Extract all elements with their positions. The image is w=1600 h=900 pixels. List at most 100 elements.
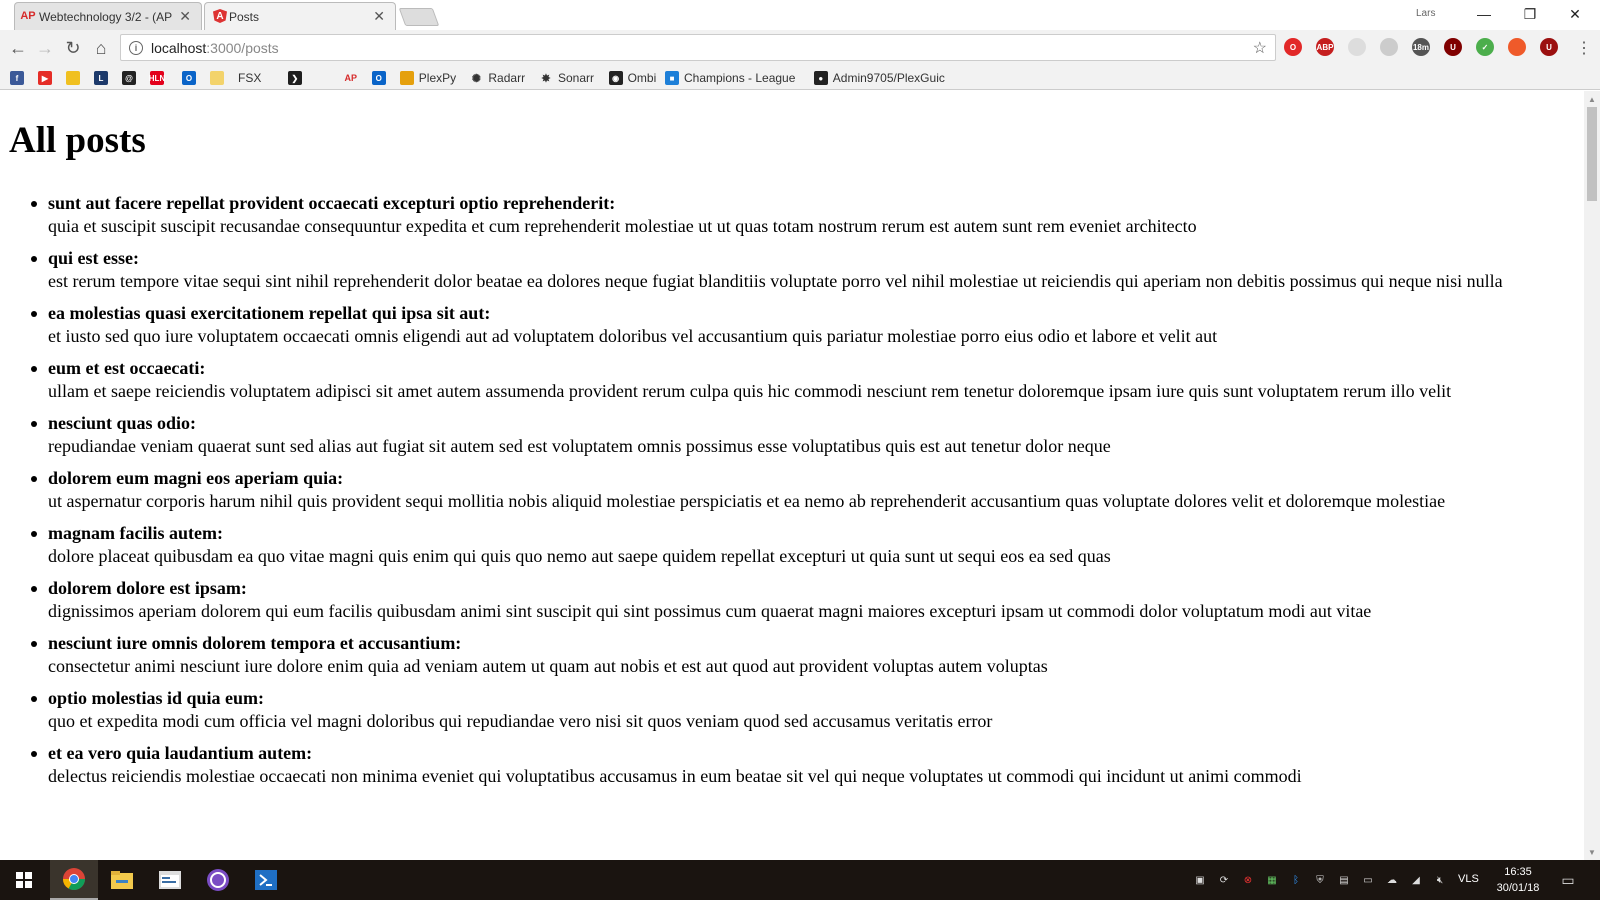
bookmark-folder[interactable] <box>210 70 229 86</box>
bookmark-github[interactable]: ● Admin9705/PlexGuic <box>813 70 945 86</box>
tray-sync-icon[interactable]: ⟳ <box>1216 872 1232 888</box>
post-title: nesciunt quas odio: <box>48 413 197 433</box>
home-button[interactable]: ⌂ <box>89 36 113 60</box>
champions-league-icon: ■ <box>665 71 679 85</box>
bookmark-plexpy[interactable]: PlexPy <box>399 70 456 86</box>
orange-ext-icon[interactable] <box>1508 38 1526 56</box>
info-icon[interactable]: i <box>129 40 143 55</box>
wifi-icon[interactable]: ◢ <box>1408 872 1424 888</box>
chrome-taskbar-icon[interactable] <box>50 860 98 900</box>
post-item: optio molestias id quia eum: quo et exped… <box>31 687 1572 733</box>
opera-icon[interactable]: O <box>1284 38 1302 56</box>
nvidia-icon[interactable]: ▦ <box>1264 872 1280 888</box>
feather-ext-icon[interactable] <box>1380 38 1398 56</box>
address-bar[interactable]: i localhost:3000/posts ☆ <box>120 34 1276 61</box>
bookmark-apple[interactable] <box>316 70 335 86</box>
bookmark-champions-league[interactable]: ■ Champions - League <box>665 70 795 86</box>
url-path: :3000/posts <box>206 39 279 56</box>
new-tab-button[interactable] <box>398 8 440 26</box>
back-button[interactable]: ← <box>6 36 30 60</box>
system-clock[interactable]: 16:35 30/01/18 <box>1488 864 1548 896</box>
bookmark-plex-arrow[interactable]: ❯ <box>287 70 307 86</box>
close-tab-icon[interactable]: ✕ <box>179 8 191 25</box>
post-title: qui est esse: <box>48 248 139 268</box>
page-content: All posts sunt aut facere repellat provi… <box>0 91 1584 860</box>
bookmark-sonarr[interactable]: ✸ Sonarr <box>539 70 594 86</box>
app-window-taskbar-icon[interactable] <box>146 860 194 900</box>
adblock-plus-icon[interactable]: ABP <box>1316 38 1334 56</box>
post-item: sunt aut facere repellat provident occae… <box>31 192 1572 238</box>
bookmark-ap[interactable]: AP <box>344 70 363 86</box>
outlook-1-icon: O <box>182 71 196 85</box>
tray-window-icon[interactable]: ▤ <box>1336 872 1352 888</box>
post-body: dignissimos aperiam dolorem qui eum faci… <box>48 601 1372 621</box>
tab-strip: AP Webtechnology 3/2 - (AP ✕ A Posts ✕ L… <box>0 0 1600 30</box>
profile-name[interactable]: Lars <box>1416 8 1435 19</box>
post-body: dolore placeat quibusdam ea quo vitae ma… <box>48 546 1111 566</box>
bookmark-fsx[interactable]: FSX <box>238 70 261 86</box>
bookmarks-bar: f ▶ L @ HLN O FSX ❯ AP O PlexPy ✺ Radarr ✸ Sonarr ◉ Ombi… <box>0 66 1600 90</box>
u-ext-icon[interactable]: U <box>1540 38 1558 56</box>
scrollbar-thumb[interactable] <box>1587 107 1597 201</box>
ublock-icon[interactable]: U <box>1444 38 1462 56</box>
bookmark-label: Radarr <box>488 71 526 85</box>
post-body: quo et expedita modi cum officia vel mag… <box>48 711 993 731</box>
tab-webtechnology[interactable]: AP Webtechnology 3/2 - (AP ✕ <box>14 2 202 30</box>
bookmark-outlook-1[interactable]: O <box>182 70 201 86</box>
plexpy-icon <box>399 71 414 85</box>
bookmark-l-site[interactable]: L <box>94 70 113 86</box>
shield-icon[interactable]: ⛨ <box>1312 872 1328 888</box>
bluetooth-icon[interactable]: ᛒ <box>1288 872 1304 888</box>
post-body: ut aspernatur corporis harum nihil quis … <box>48 491 1446 511</box>
bookmark-radarr[interactable]: ✺ Radarr <box>469 70 525 86</box>
visual-studio-taskbar-icon[interactable] <box>194 860 242 900</box>
tray-stop-icon[interactable]: ⊗ <box>1240 872 1256 888</box>
shield-check-icon[interactable]: ✓ <box>1476 38 1494 56</box>
post-title: ea molestias quasi exercitationem repell… <box>48 303 491 323</box>
scroll-down-arrow-icon[interactable]: ▼ <box>1584 844 1600 860</box>
post-title: optio molestias id quia eum: <box>48 688 265 708</box>
menu-kebab-icon[interactable]: ⋮ <box>1572 36 1596 60</box>
reload-button[interactable]: ↻ <box>61 36 85 60</box>
circle-ext-icon[interactable] <box>1348 38 1366 56</box>
notifications-icon[interactable]: ▭ <box>1560 872 1576 888</box>
bookmark-spiral-site[interactable]: @ <box>122 70 141 86</box>
bookmark-star-icon[interactable]: ☆ <box>1253 38 1267 58</box>
bookmark-youtube[interactable]: ▶ <box>38 70 57 86</box>
file-explorer-taskbar-icon[interactable] <box>98 860 146 900</box>
bookmark-label: FSX <box>238 71 262 85</box>
bookmark-yellow-site[interactable] <box>66 70 85 86</box>
post-item: magnam facilis autem: dolore placeat quib… <box>31 522 1572 568</box>
post-item: et ea vero quia laudantium autem: delectu… <box>31 742 1572 788</box>
battery-icon[interactable]: ▭ <box>1360 872 1376 888</box>
tray-app-icon[interactable]: ▣ <box>1192 872 1208 888</box>
post-item: nesciunt quas odio: repudiandae veniam qu… <box>31 412 1572 458</box>
restore-button[interactable]: ❐ <box>1508 2 1552 26</box>
bookmark-outlook-2[interactable]: O <box>371 70 391 86</box>
minimize-button[interactable]: — <box>1462 2 1506 26</box>
input-language[interactable]: VLS <box>1458 873 1479 885</box>
post-body: quia et suscipit suscipit recusandae con… <box>48 216 1197 236</box>
start-button[interactable] <box>0 860 48 900</box>
bookmark-hln[interactable]: HLN <box>149 70 169 86</box>
apple-icon <box>316 71 330 85</box>
post-body: delectus reiciendis molestiae occaecati … <box>48 766 1302 786</box>
timer-ext-icon[interactable]: 18m <box>1412 38 1430 56</box>
onedrive-icon[interactable]: ☁ <box>1384 872 1400 888</box>
bookmark-label: Champions - League <box>684 71 796 85</box>
powershell-taskbar-icon[interactable] <box>242 860 290 900</box>
close-window-button[interactable]: ✕ <box>1553 2 1597 26</box>
github-icon: ● <box>813 71 828 85</box>
post-body: repudiandae veniam quaerat sunt sed alia… <box>48 436 1111 456</box>
tab-posts[interactable]: A Posts ✕ <box>204 2 396 30</box>
bookmark-ombi[interactable]: ◉ Ombi <box>608 70 656 86</box>
forward-button[interactable]: → <box>33 36 57 60</box>
post-title: dolorem dolore est ipsam: <box>48 578 247 598</box>
volume-muted-icon[interactable]: 🔇︎ <box>1432 872 1448 888</box>
scroll-up-arrow-icon[interactable]: ▲ <box>1584 91 1600 107</box>
vertical-scrollbar[interactable]: ▲ ▼ <box>1584 91 1600 860</box>
clock-date: 30/01/18 <box>1496 882 1540 894</box>
close-tab-icon[interactable]: ✕ <box>373 8 385 25</box>
bookmark-label: Sonarr <box>558 71 595 85</box>
bookmark-facebook[interactable]: f <box>10 70 29 86</box>
